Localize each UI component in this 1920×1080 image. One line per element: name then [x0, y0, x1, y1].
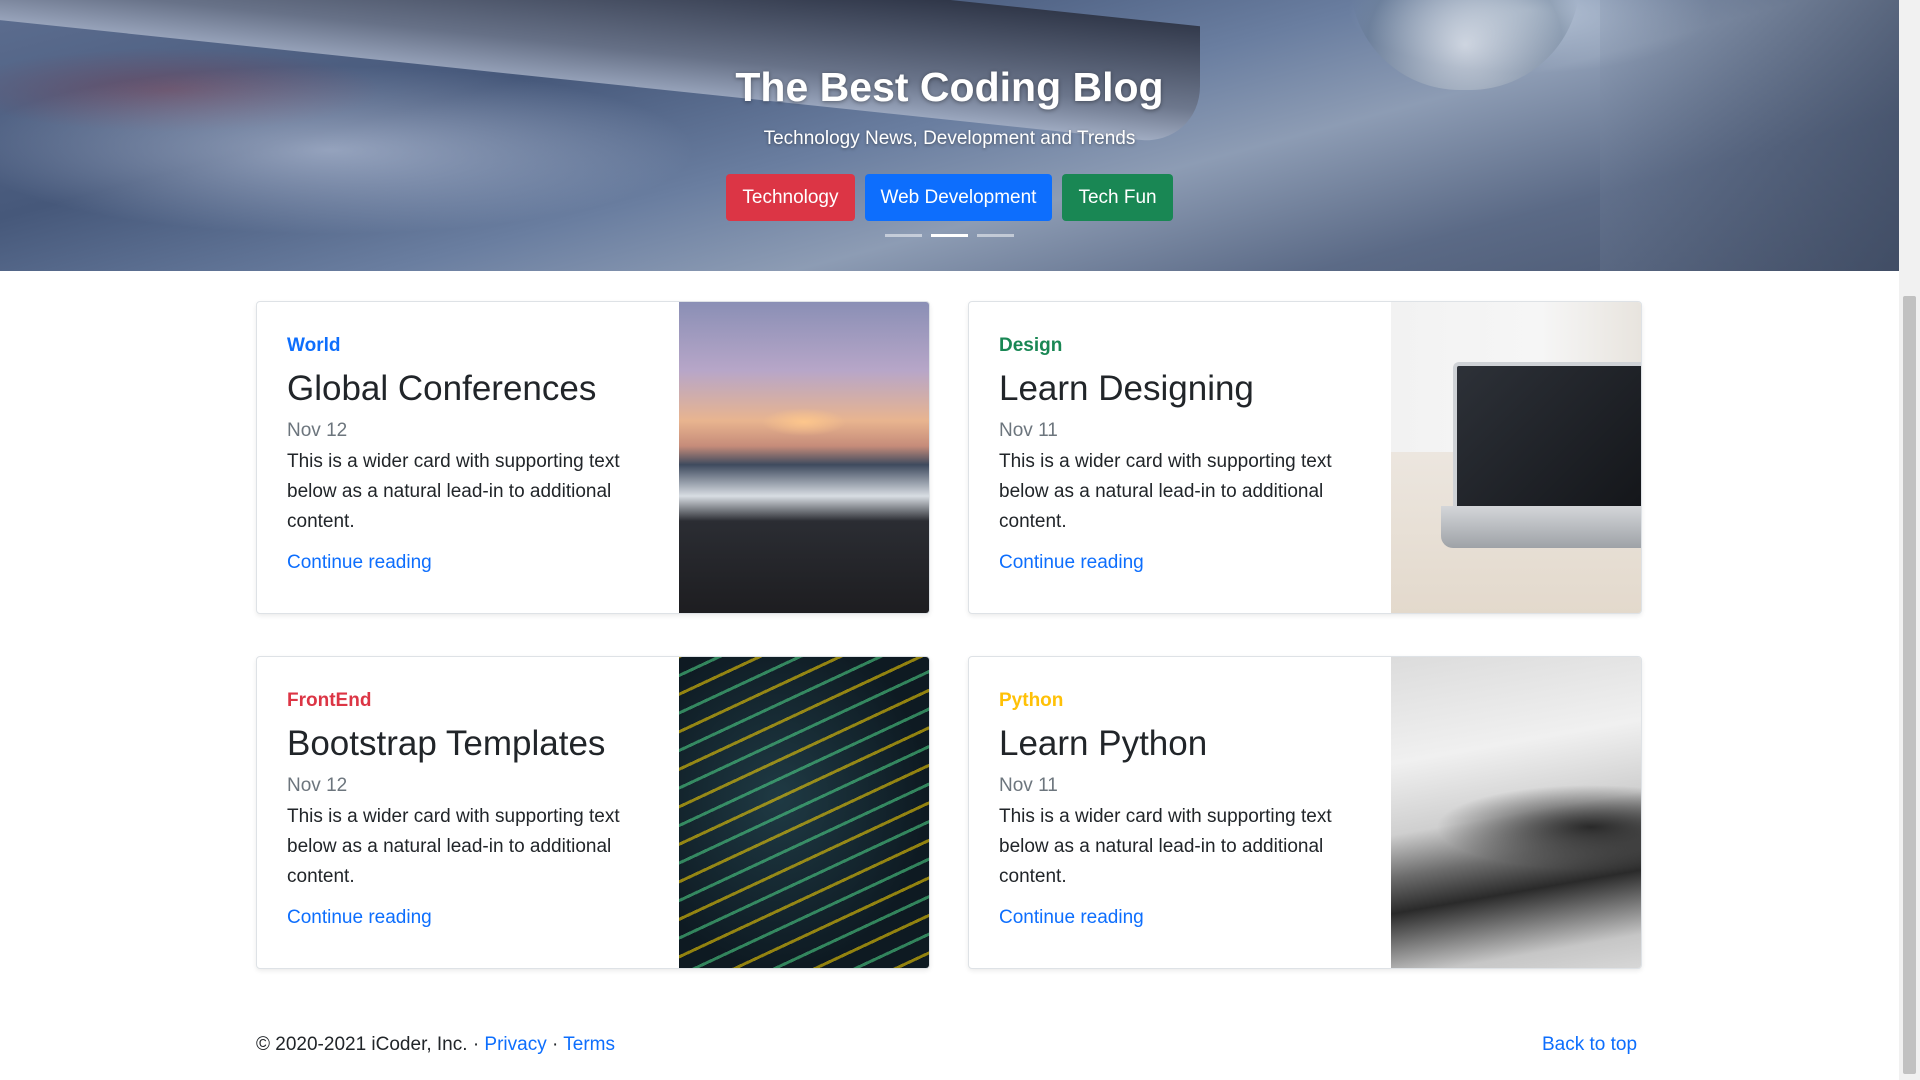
blog-card-frontend: FrontEnd Bootstrap Templates Nov 12 This… [256, 656, 930, 969]
card-category: FrontEnd [287, 690, 372, 711]
blog-card-python: Python Learn Python Nov 11 This is a wid… [968, 656, 1642, 969]
card-title: Learn Python [999, 724, 1208, 763]
vertical-scrollbar[interactable] [1899, 0, 1920, 1080]
continue-reading-link[interactable]: Continue reading [999, 552, 1144, 574]
card-date: Nov 12 [287, 775, 348, 796]
continue-reading-link[interactable]: Continue reading [287, 907, 432, 929]
copyright-text: © 2020-2021 iCoder, Inc. [256, 1034, 468, 1055]
carousel-indicator-1[interactable] [885, 234, 922, 237]
card-text: This is a wider card with supporting tex… [287, 806, 620, 887]
carousel-indicator-3[interactable] [977, 234, 1014, 237]
card-date: Nov 11 [999, 775, 1058, 796]
hero-carousel: The Best Coding Blog Technology News, De… [0, 0, 1899, 271]
card-text: This is a wider card with supporting tex… [287, 451, 620, 532]
card-title: Global Conferences [287, 369, 597, 408]
card-category: Design [999, 335, 1063, 356]
card-body: Python Learn Python Nov 11 This is a wid… [999, 690, 1369, 929]
web-development-button[interactable]: Web Development [864, 174, 1053, 221]
continue-reading-link[interactable]: Continue reading [287, 552, 432, 574]
card-category: World [287, 335, 341, 356]
card-date: Nov 11 [999, 420, 1058, 441]
footer-copyright: © 2020-2021 iCoder, Inc. · Privacy · Ter… [256, 1034, 615, 1056]
card-image-seaside-rocks [679, 302, 929, 613]
card-image-phone [1391, 657, 1641, 968]
privacy-link[interactable]: Privacy [484, 1034, 546, 1055]
hero-button-group: Technology Web Development Tech Fun [0, 174, 1899, 221]
image-laptop-keyboard [1441, 506, 1641, 548]
footer-separator: · [552, 1034, 559, 1055]
tech-fun-button[interactable]: Tech Fun [1062, 174, 1173, 221]
carousel-indicators [0, 234, 1899, 237]
card-body: World Global Conferences Nov 12 This is … [287, 335, 657, 574]
card-image-code [679, 657, 929, 968]
card-title: Learn Designing [999, 369, 1254, 408]
scrollbar-thumb[interactable] [1903, 296, 1916, 1074]
hero-subtitle: Technology News, Development and Trends [763, 128, 1136, 149]
technology-button[interactable]: Technology [726, 174, 855, 221]
card-body: FrontEnd Bootstrap Templates Nov 12 This… [287, 690, 657, 929]
card-body: Design Learn Designing Nov 11 This is a … [999, 335, 1369, 574]
blog-card-world: World Global Conferences Nov 12 This is … [256, 301, 930, 614]
continue-reading-link[interactable]: Continue reading [999, 907, 1144, 929]
card-image-laptop [1391, 302, 1641, 613]
blog-card-design: Design Learn Designing Nov 11 This is a … [968, 301, 1642, 614]
terms-link[interactable]: Terms [563, 1034, 615, 1055]
footer-separator: · [472, 1034, 480, 1055]
card-text: This is a wider card with supporting tex… [999, 806, 1332, 887]
card-title: Bootstrap Templates [287, 724, 606, 763]
image-laptop-screen [1453, 362, 1641, 510]
hero-title: The Best Coding Blog [735, 64, 1164, 110]
card-date: Nov 12 [287, 420, 348, 441]
back-to-top-link[interactable]: Back to top [1542, 1034, 1637, 1056]
card-text: This is a wider card with supporting tex… [999, 451, 1332, 532]
carousel-indicator-2[interactable] [931, 234, 968, 237]
card-category: Python [999, 690, 1064, 711]
